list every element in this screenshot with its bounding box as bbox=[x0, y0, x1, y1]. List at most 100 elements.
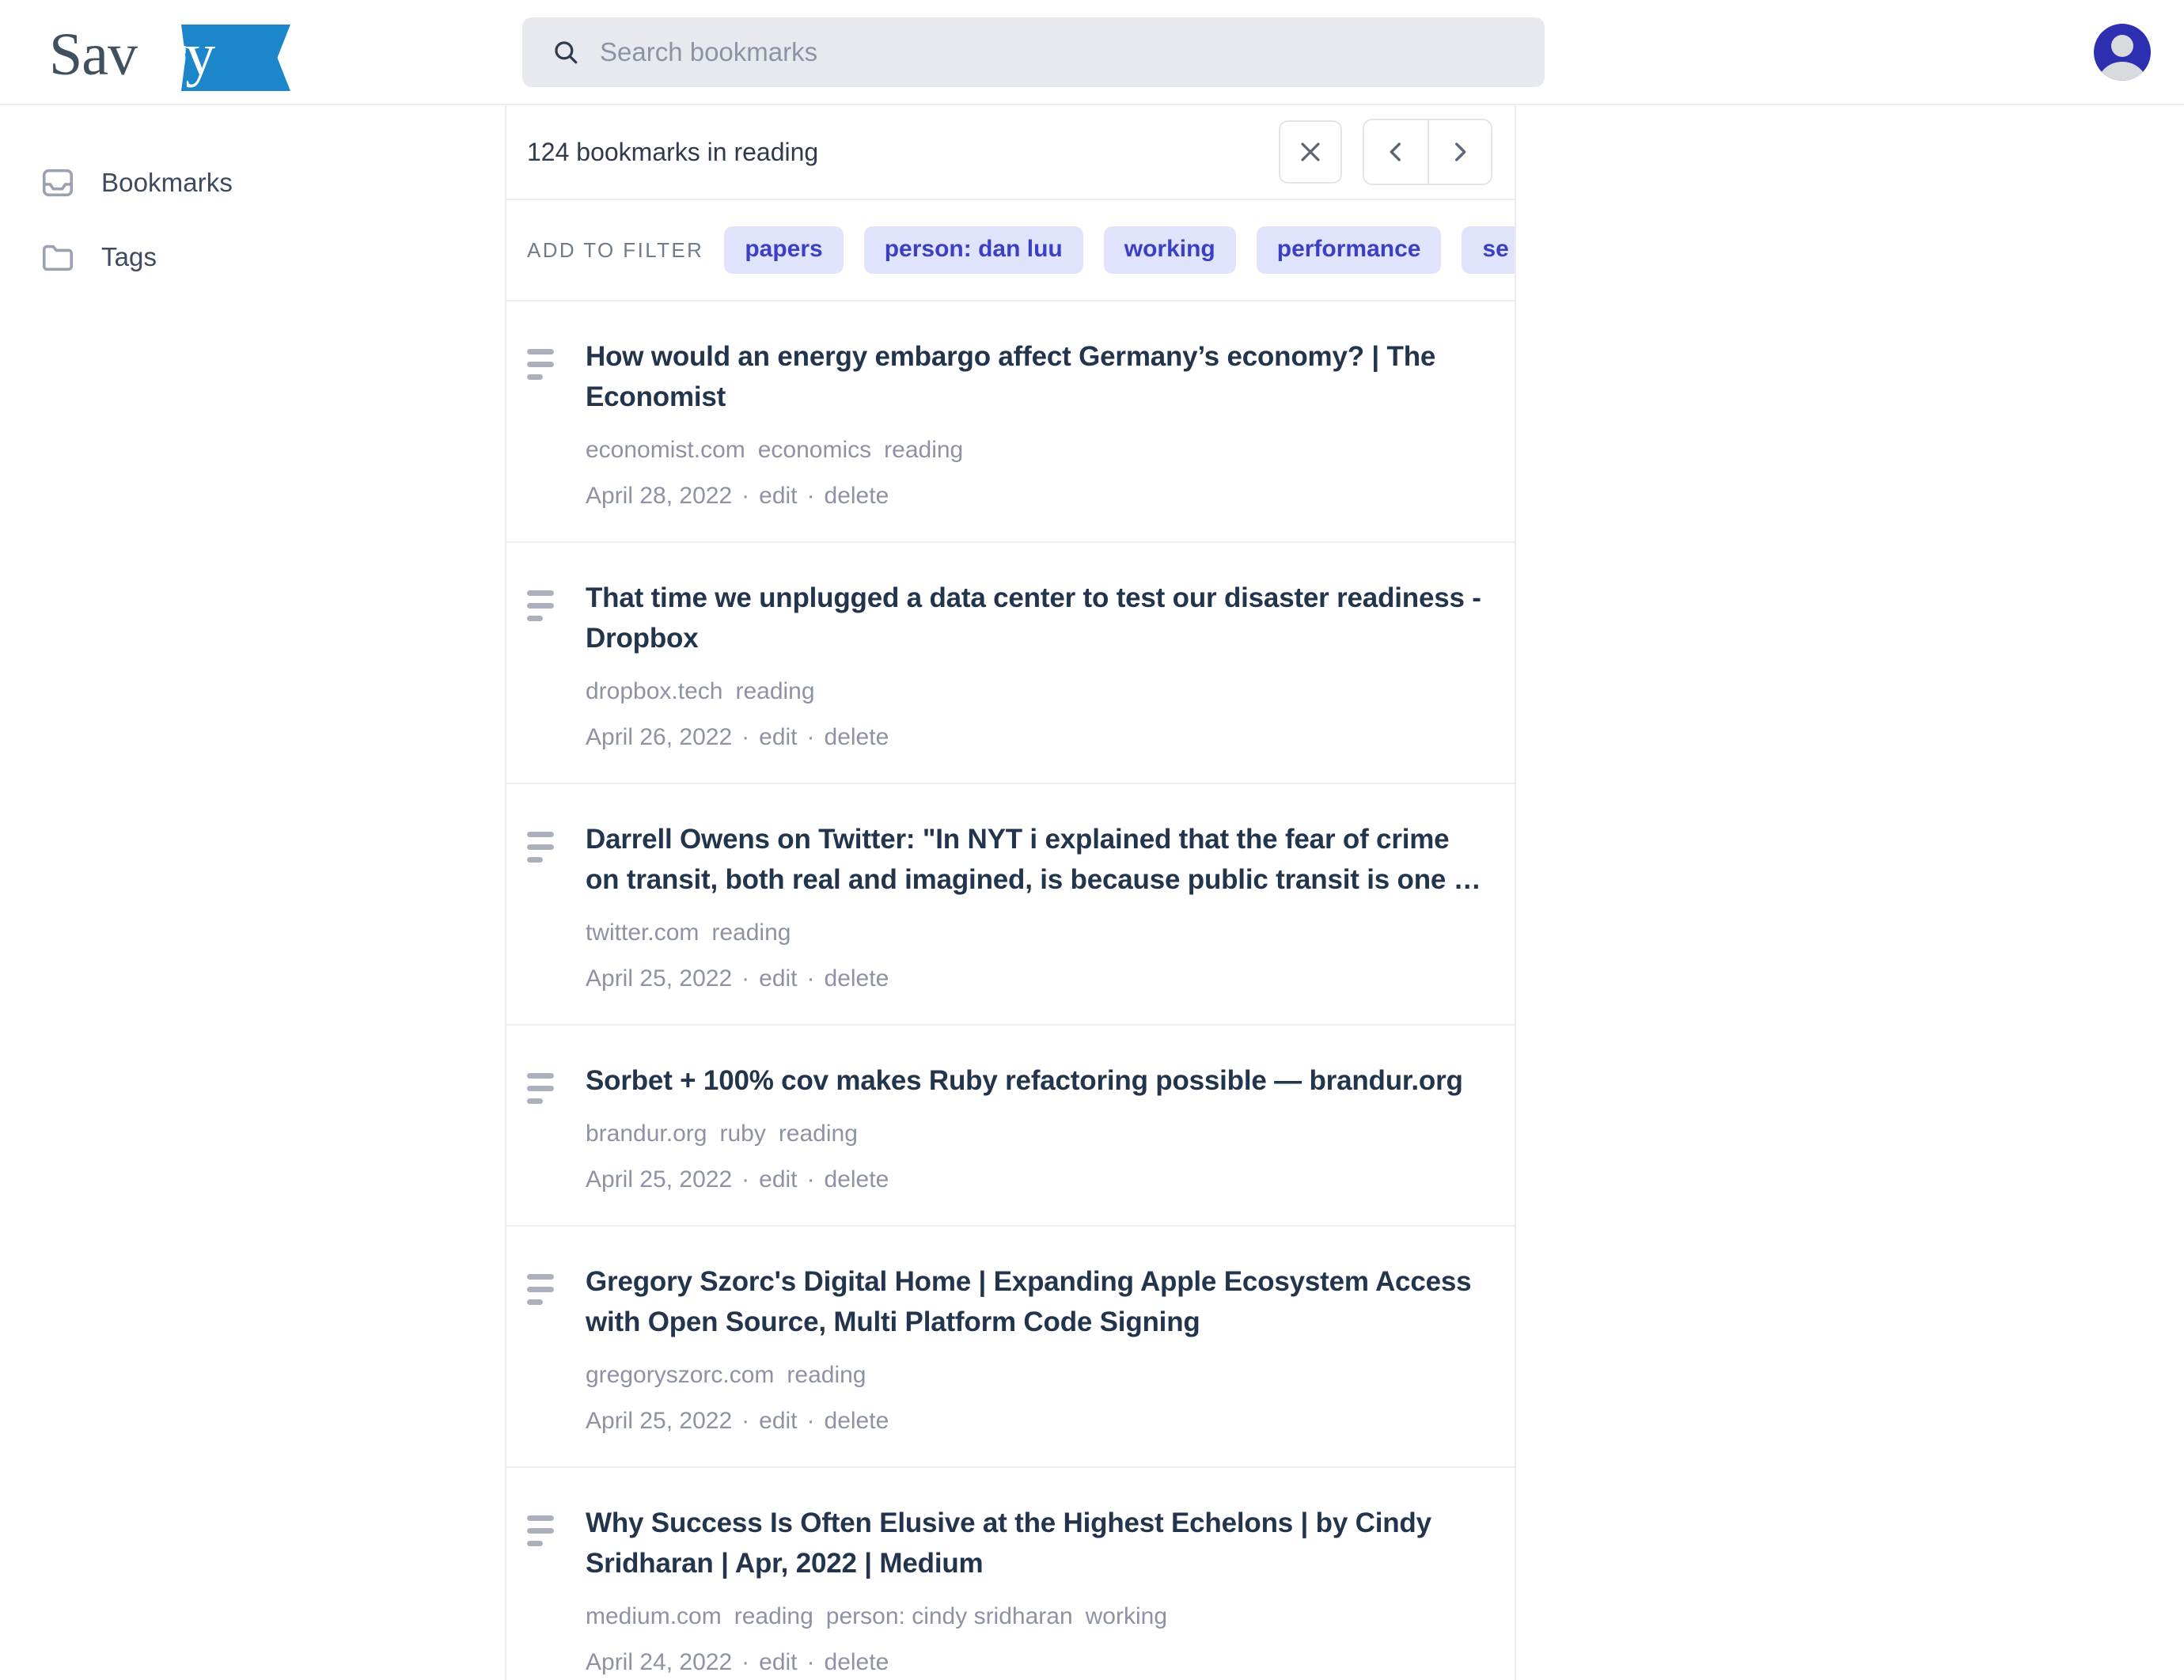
bookmark-row[interactable]: Gregory Szorc's Digital Home | Expanding… bbox=[506, 1227, 1515, 1468]
search-bar[interactable] bbox=[522, 17, 1545, 87]
search-input[interactable] bbox=[600, 17, 1515, 87]
bookmark-delete-link[interactable]: delete bbox=[825, 1649, 889, 1675]
bookmark-date: April 28, 2022 bbox=[586, 483, 733, 509]
bookmark-tags: dropbox.tech reading bbox=[586, 678, 1486, 705]
bookmark-date: April 25, 2022 bbox=[586, 965, 733, 992]
bookmark-tags: twitter.com reading bbox=[586, 920, 1486, 946]
meta-separator: · bbox=[741, 1408, 750, 1434]
avatar-head bbox=[2111, 35, 2133, 57]
filter-chip[interactable]: papers bbox=[724, 226, 844, 274]
bookmark-tag[interactable]: medium.com bbox=[586, 1603, 722, 1629]
bookmark-content: Why Success Is Often Elusive at the High… bbox=[586, 1503, 1486, 1676]
bookmark-content: How would an energy embargo affect Germa… bbox=[586, 336, 1486, 510]
bookmark-row[interactable]: That time we unplugged a data center to … bbox=[506, 543, 1515, 784]
bookmark-tag[interactable]: reading bbox=[734, 1603, 813, 1629]
bookmark-tag[interactable]: person: cindy sridharan bbox=[826, 1603, 1073, 1629]
bookmark-title[interactable]: Darrell Owens on Twitter: "In NYT i expl… bbox=[586, 819, 1486, 900]
sidebar-item-label: Tags bbox=[101, 242, 157, 271]
drag-handle-icon[interactable] bbox=[527, 1515, 559, 1676]
pagination-buttons bbox=[1363, 119, 1492, 185]
bookmark-title[interactable]: Gregory Szorc's Digital Home | Expanding… bbox=[586, 1261, 1486, 1342]
bookmark-tag[interactable]: brandur.org bbox=[586, 1121, 707, 1147]
bookmark-content: Gregory Szorc's Digital Home | Expanding… bbox=[586, 1261, 1486, 1435]
bookmark-meta: April 24, 2022 · edit · delete bbox=[586, 1649, 1486, 1676]
bookmark-tags: economist.com economics reading bbox=[586, 437, 1486, 464]
bookmark-delete-link[interactable]: delete bbox=[825, 724, 889, 750]
meta-separator: · bbox=[741, 1166, 750, 1193]
bookmark-row[interactable]: Darrell Owens on Twitter: "In NYT i expl… bbox=[506, 784, 1515, 1026]
bookmark-title[interactable]: Why Success Is Often Elusive at the High… bbox=[586, 1503, 1486, 1583]
drag-handle-icon[interactable] bbox=[527, 349, 559, 510]
bookmark-delete-link[interactable]: delete bbox=[825, 483, 889, 509]
bookmark-delete-link[interactable]: delete bbox=[825, 1166, 889, 1193]
drag-handle-icon[interactable] bbox=[527, 1274, 559, 1435]
meta-separator: · bbox=[806, 724, 815, 750]
bookmark-tag[interactable]: reading bbox=[779, 1121, 858, 1147]
app-logo[interactable]: Savory bbox=[49, 11, 290, 94]
bookmark-tag[interactable]: dropbox.tech bbox=[586, 678, 722, 704]
filter-chip[interactable]: performance bbox=[1256, 226, 1442, 274]
meta-separator: · bbox=[806, 1166, 815, 1193]
bookmark-tag[interactable]: reading bbox=[884, 437, 963, 463]
bookmark-edit-link[interactable]: edit bbox=[759, 965, 797, 992]
bookmark-edit-link[interactable]: edit bbox=[759, 483, 797, 509]
bookmark-tag[interactable]: economist.com bbox=[586, 437, 745, 463]
bookmark-tag[interactable]: reading bbox=[787, 1362, 866, 1388]
bookmark-tag[interactable]: gregoryszorc.com bbox=[586, 1362, 774, 1388]
bookmark-tag[interactable]: twitter.com bbox=[586, 920, 699, 946]
bookmark-date: April 26, 2022 bbox=[586, 724, 733, 750]
bookmark-tag[interactable]: ruby bbox=[719, 1121, 765, 1147]
bookmark-count-text: 124 bookmarks in reading bbox=[527, 137, 819, 166]
sidebar-item-tags[interactable]: Tags bbox=[0, 229, 505, 286]
bookmark-title[interactable]: How would an energy embargo affect Germa… bbox=[586, 336, 1486, 417]
bookmark-tag[interactable]: reading bbox=[711, 920, 791, 946]
user-avatar-icon[interactable] bbox=[2094, 24, 2151, 81]
bookmark-content: Darrell Owens on Twitter: "In NYT i expl… bbox=[586, 819, 1486, 992]
bookmark-title[interactable]: Sorbet + 100% cov makes Ruby refactoring… bbox=[586, 1060, 1486, 1101]
search-icon bbox=[555, 41, 578, 64]
next-page-button[interactable] bbox=[1428, 120, 1491, 184]
previous-page-button[interactable] bbox=[1364, 120, 1428, 184]
bookmark-tags: medium.com reading person: cindy sridharan… bbox=[586, 1603, 1486, 1630]
bookmark-tags: brandur.org ruby reading bbox=[586, 1121, 1486, 1147]
close-filter-button[interactable] bbox=[1279, 120, 1342, 184]
filter-chip[interactable]: working bbox=[1103, 226, 1236, 274]
bookmark-content: Sorbet + 100% cov makes Ruby refactoring… bbox=[586, 1060, 1486, 1193]
top-bar: Savory bbox=[0, 0, 2184, 105]
meta-separator: · bbox=[806, 483, 815, 509]
sidebar-item-label: Bookmarks bbox=[101, 168, 233, 197]
sidebar-item-bookmarks[interactable]: Bookmarks bbox=[0, 154, 505, 211]
bookmark-meta: April 26, 2022 · edit · delete bbox=[586, 724, 1486, 751]
avatar-body bbox=[2098, 62, 2147, 81]
bookmark-tag[interactable]: reading bbox=[735, 678, 814, 704]
meta-separator: · bbox=[741, 965, 750, 992]
drag-handle-icon[interactable] bbox=[527, 1073, 559, 1193]
bookmark-date: April 24, 2022 bbox=[586, 1649, 733, 1675]
bookmark-delete-link[interactable]: delete bbox=[825, 1408, 889, 1434]
bookmark-edit-link[interactable]: edit bbox=[759, 1649, 797, 1675]
meta-separator: · bbox=[806, 1408, 815, 1434]
bookmark-row[interactable]: Why Success Is Often Elusive at the High… bbox=[506, 1468, 1515, 1680]
bookmark-edit-link[interactable]: edit bbox=[759, 724, 797, 750]
drag-handle-icon[interactable] bbox=[527, 590, 559, 751]
bookmark-date: April 25, 2022 bbox=[586, 1166, 733, 1193]
bookmark-date: April 25, 2022 bbox=[586, 1408, 733, 1434]
bookmark-tag[interactable]: working bbox=[1086, 1603, 1167, 1629]
bookmark-row[interactable]: Sorbet + 100% cov makes Ruby refactoring… bbox=[506, 1026, 1515, 1227]
close-icon bbox=[1301, 142, 1320, 161]
bookmark-list-panel: 124 bookmarks in reading ADD TO FILTER p… bbox=[505, 105, 1516, 1680]
bookmark-tag[interactable]: economics bbox=[758, 437, 871, 463]
bookmark-edit-link[interactable]: edit bbox=[759, 1408, 797, 1434]
drag-handle-icon[interactable] bbox=[527, 832, 559, 992]
folder-icon bbox=[42, 245, 74, 271]
filter-chip[interactable]: se bbox=[1462, 226, 1515, 274]
bookmark-delete-link[interactable]: delete bbox=[825, 965, 889, 992]
list-header: 124 bookmarks in reading bbox=[506, 105, 1515, 200]
filter-chip[interactable]: person: dan luu bbox=[863, 226, 1083, 274]
bookmark-edit-link[interactable]: edit bbox=[759, 1166, 797, 1193]
bookmark-row[interactable]: How would an energy embargo affect Germa… bbox=[506, 301, 1515, 543]
bookmark-meta: April 25, 2022 · edit · delete bbox=[586, 965, 1486, 992]
logo-text: Savory bbox=[49, 17, 215, 92]
logo-text-highlight: ory bbox=[137, 21, 215, 88]
bookmark-title[interactable]: That time we unplugged a data center to … bbox=[586, 578, 1486, 658]
